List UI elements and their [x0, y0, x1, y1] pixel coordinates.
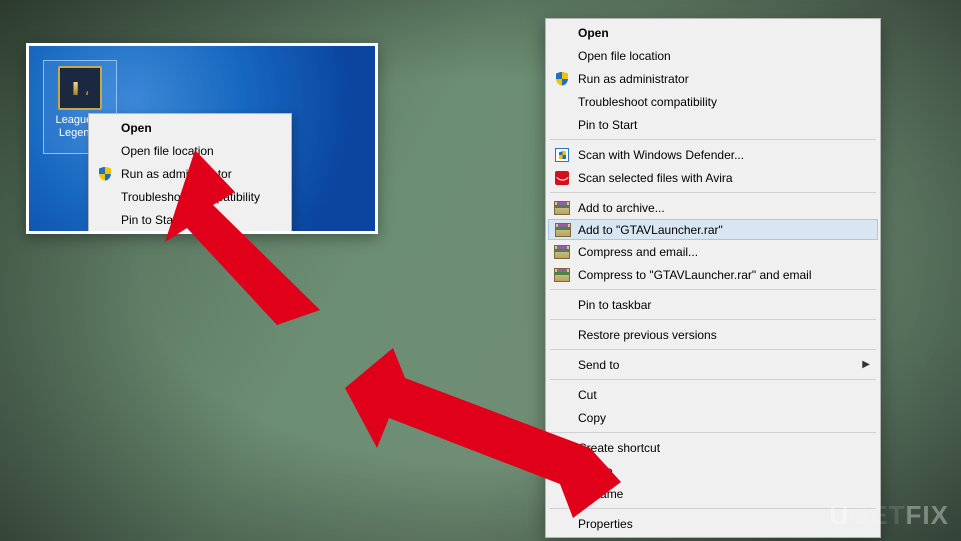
menu-run-as-admin[interactable]: Run as administrator [91, 162, 289, 185]
context-menu-large: Open Open file location Run as administr… [545, 18, 881, 538]
menu-open[interactable]: Open [91, 116, 289, 139]
submenu-arrow-icon: ▶ [862, 359, 870, 370]
separator [550, 349, 876, 350]
menu-pin-taskbar[interactable]: Pin to taskbar [548, 293, 878, 316]
separator [550, 289, 876, 290]
menu-run-as-admin[interactable]: Run as administrator [548, 67, 878, 90]
separator [550, 508, 876, 509]
menu-open-file-location[interactable]: Open file location [91, 139, 289, 162]
shield-icon [97, 166, 113, 182]
menu-add-archive[interactable]: Add to archive... [548, 196, 878, 219]
menu-troubleshoot[interactable]: Troubleshoot compatibility [91, 185, 289, 208]
rar-icon [554, 200, 570, 216]
avira-icon [554, 170, 570, 186]
menu-scan-defender[interactable]: Scan with Windows Defender... [548, 143, 878, 166]
menu-delete[interactable]: Delete [548, 459, 878, 482]
rar-icon [554, 267, 570, 283]
separator [550, 192, 876, 193]
separator [550, 379, 876, 380]
desktop-crop: L League of Legends Open Open file locat… [26, 43, 378, 234]
menu-add-to-rar[interactable]: Add to "GTAVLauncher.rar" [548, 219, 878, 240]
menu-cut[interactable]: Cut [548, 383, 878, 406]
separator [550, 432, 876, 433]
menu-send-to[interactable]: Send to ▶ [548, 353, 878, 376]
league-icon: L [58, 66, 102, 110]
shield-icon [554, 71, 570, 87]
separator [550, 139, 876, 140]
menu-scan-avira[interactable]: Scan selected files with Avira [548, 166, 878, 189]
menu-pin-start[interactable]: Pin to Start [548, 113, 878, 136]
menu-create-shortcut[interactable]: Create shortcut [548, 436, 878, 459]
menu-compress-email[interactable]: Compress and email... [548, 240, 878, 263]
menu-open[interactable]: Open [548, 21, 878, 44]
context-menu-small: Open Open file location Run as administr… [88, 113, 292, 234]
menu-pin-start[interactable]: Pin to Start [91, 208, 289, 231]
menu-restore-versions[interactable]: Restore previous versions [548, 323, 878, 346]
rar-icon [554, 244, 570, 260]
separator [550, 319, 876, 320]
menu-open-file-location[interactable]: Open file location [548, 44, 878, 67]
menu-compress-rar-email[interactable]: Compress to "GTAVLauncher.rar" and email [548, 263, 878, 286]
rar-icon [555, 222, 571, 238]
watermark: UGETFIX [829, 500, 949, 531]
menu-copy[interactable]: Copy [548, 406, 878, 429]
defender-icon [554, 147, 570, 163]
menu-troubleshoot[interactable]: Troubleshoot compatibility [548, 90, 878, 113]
